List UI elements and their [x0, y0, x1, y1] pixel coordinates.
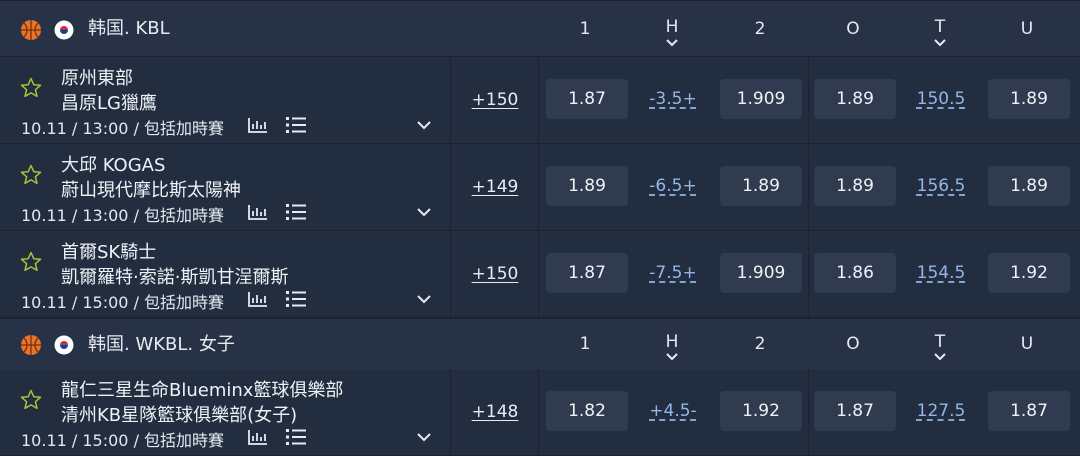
match-row: 首爾SK騎士 凱爾羅特·索諾·斯凱甘浧爾斯 10.11 / 15:00 / 包括… — [0, 231, 1080, 318]
divider — [808, 57, 809, 143]
league-name: 韩国. WKBL. 女子 — [88, 334, 235, 355]
chevron-down-icon — [934, 39, 946, 47]
total-value[interactable]: 127.5 — [900, 391, 982, 431]
odd-button-under[interactable]: 1.92 — [988, 253, 1070, 293]
odd-button-1[interactable]: 1.82 — [546, 391, 628, 431]
chevron-down-icon[interactable] — [417, 120, 431, 130]
chevron-down-icon[interactable] — [417, 207, 431, 217]
col-header-t[interactable]: T — [910, 1, 970, 57]
match-time: 10.11 / 13:00 / 包括加時賽 — [21, 206, 225, 225]
col-header-2: 2 — [754, 19, 766, 39]
col-header-o: O — [846, 19, 860, 39]
odd-button-2[interactable]: 1.909 — [720, 253, 802, 293]
handicap-value[interactable]: -3.5+ — [632, 79, 714, 119]
odd-button-1[interactable]: 1.87 — [546, 253, 628, 293]
star-icon[interactable] — [20, 77, 42, 99]
team-home[interactable]: 龍仁三星生命Blueminx籃球俱樂部 — [61, 376, 343, 402]
team-home[interactable]: 大邱 KOGAS — [61, 151, 165, 177]
star-icon[interactable] — [20, 389, 42, 411]
match-time: 10.11 / 15:00 / 包括加時賽 — [21, 431, 225, 450]
team-away[interactable]: 蔚山現代摩比斯太陽神 — [61, 176, 241, 202]
chevron-down-icon — [666, 353, 678, 361]
odd-button-2[interactable]: 1.92 — [720, 391, 802, 431]
more-markets-link[interactable]: +150 — [452, 57, 538, 143]
stats-icon[interactable] — [248, 429, 268, 445]
total-value[interactable]: 154.5 — [900, 253, 982, 293]
star-icon[interactable] — [20, 251, 42, 273]
odd-button-2[interactable]: 1.909 — [720, 79, 802, 119]
col-header-1: 1 — [579, 334, 591, 354]
list-icon[interactable] — [286, 428, 306, 446]
divider — [808, 231, 809, 317]
match-row: 龍仁三星生命Blueminx籃球俱樂部 清州KB星隊籃球俱樂部(女子) 10.1… — [0, 369, 1080, 456]
odd-button-under[interactable]: 1.89 — [988, 79, 1070, 119]
team-away[interactable]: 凱爾羅特·索諾·斯凱甘浧爾斯 — [61, 263, 288, 289]
divider — [538, 144, 539, 230]
odd-button-over[interactable]: 1.86 — [814, 253, 896, 293]
col-header-u: U — [1020, 19, 1034, 39]
col-header-2: 2 — [754, 334, 766, 354]
team-away[interactable]: 清州KB星隊籃球俱樂部(女子) — [61, 401, 297, 427]
chevron-down-icon[interactable] — [417, 294, 431, 304]
col-header-t[interactable]: T — [910, 319, 970, 370]
more-markets-link[interactable]: +149 — [452, 144, 538, 230]
handicap-value[interactable]: -6.5+ — [632, 166, 714, 206]
stats-icon[interactable] — [248, 291, 268, 307]
chevron-down-icon[interactable] — [417, 432, 431, 442]
chevron-down-icon — [666, 39, 678, 47]
odd-button-under[interactable]: 1.89 — [988, 166, 1070, 206]
team-away[interactable]: 昌原LG獵鷹 — [61, 89, 157, 115]
match-time: 10.11 / 15:00 / 包括加時賽 — [21, 293, 225, 312]
handicap-value[interactable]: +4.5- — [632, 391, 714, 431]
handicap-value[interactable]: -7.5+ — [632, 253, 714, 293]
col-header-u: U — [1020, 334, 1034, 354]
odd-button-over[interactable]: 1.89 — [814, 166, 896, 206]
odd-button-over[interactable]: 1.87 — [814, 391, 896, 431]
divider — [450, 144, 451, 230]
col-header-h[interactable]: H — [642, 1, 702, 57]
star-icon[interactable] — [20, 164, 42, 186]
league-header-wkbl[interactable]: 韩国. WKBL. 女子 1 H 2 O T U — [0, 318, 1080, 369]
stats-icon[interactable] — [248, 204, 268, 220]
odd-button-2[interactable]: 1.89 — [720, 166, 802, 206]
team-home[interactable]: 原州東部 — [61, 64, 133, 90]
league-header-kbl[interactable]: 韩国. KBL 1 H 2 O T U — [0, 0, 1080, 56]
basketball-icon — [21, 335, 41, 355]
total-value[interactable]: 156.5 — [900, 166, 982, 206]
divider — [538, 57, 539, 143]
divider — [450, 57, 451, 143]
stats-icon[interactable] — [248, 117, 268, 133]
basketball-icon — [21, 20, 41, 40]
more-markets-link[interactable]: +148 — [452, 369, 538, 455]
col-header-h[interactable]: H — [642, 319, 702, 370]
col-header-1: 1 — [579, 19, 591, 39]
divider — [450, 231, 451, 317]
match-row: 原州東部 昌原LG獵鷹 10.11 / 13:00 / 包括加時賽 +150 1… — [0, 57, 1080, 144]
total-value[interactable]: 150.5 — [900, 79, 982, 119]
divider — [450, 369, 451, 455]
korea-flag-icon — [54, 335, 74, 355]
team-home[interactable]: 首爾SK騎士 — [61, 238, 156, 264]
match-row: 大邱 KOGAS 蔚山現代摩比斯太陽神 10.11 / 13:00 / 包括加時… — [0, 144, 1080, 231]
list-icon[interactable] — [286, 203, 306, 221]
list-icon[interactable] — [286, 116, 306, 134]
korea-flag-icon — [54, 20, 74, 40]
col-header-o: O — [846, 334, 860, 354]
match-time: 10.11 / 13:00 / 包括加時賽 — [21, 119, 225, 138]
league-name: 韩国. KBL — [88, 18, 170, 39]
odd-button-1[interactable]: 1.89 — [546, 166, 628, 206]
divider — [808, 144, 809, 230]
odd-button-under[interactable]: 1.87 — [988, 391, 1070, 431]
list-icon[interactable] — [286, 290, 306, 308]
divider — [808, 369, 809, 455]
chevron-down-icon — [934, 353, 946, 361]
more-markets-link[interactable]: +150 — [452, 231, 538, 317]
odd-button-1[interactable]: 1.87 — [546, 79, 628, 119]
divider — [538, 231, 539, 317]
odd-button-over[interactable]: 1.89 — [814, 79, 896, 119]
divider — [538, 369, 539, 455]
